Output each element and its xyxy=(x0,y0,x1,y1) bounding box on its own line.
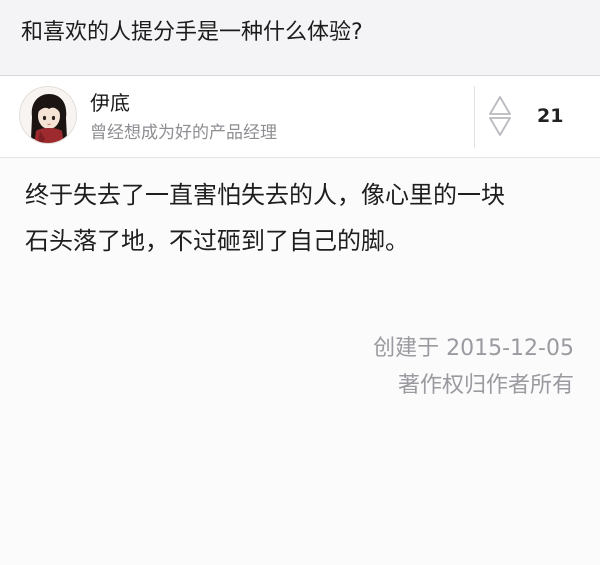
author-bio: 曾经想成为好的产品经理 xyxy=(90,123,277,143)
answer-author-bar: 伊底 曾经想成为好的产品经理 21 xyxy=(0,76,600,158)
answer-content: 终于失去了一直害怕失去的人，像心里的一块 石头落了地，不过砸到了自己的脚。 xyxy=(25,172,585,264)
vote-up-down-icon[interactable] xyxy=(486,94,514,138)
question-header: 和喜欢的人提分手是一种什么体验? xyxy=(0,0,600,76)
answer-line: 石头落了地，不过砸到了自己的脚。 xyxy=(25,227,409,255)
copyright-notice: 著作权归作者所有 xyxy=(397,373,574,398)
author-avatar[interactable] xyxy=(19,86,77,144)
avatar-girl-icon xyxy=(20,87,76,143)
question-title[interactable]: 和喜欢的人提分手是一种什么体验? xyxy=(21,17,363,49)
created-date: 创建于 2015-12-05 xyxy=(373,336,574,361)
author-name[interactable]: 伊底 xyxy=(90,89,130,117)
vote-count: 21 xyxy=(537,105,564,127)
vote-divider xyxy=(474,86,475,148)
answer-meta: 创建于 2015-12-05 著作权归作者所有 xyxy=(373,330,574,404)
answer-line: 终于失去了一直害怕失去的人，像心里的一块 xyxy=(25,181,505,209)
